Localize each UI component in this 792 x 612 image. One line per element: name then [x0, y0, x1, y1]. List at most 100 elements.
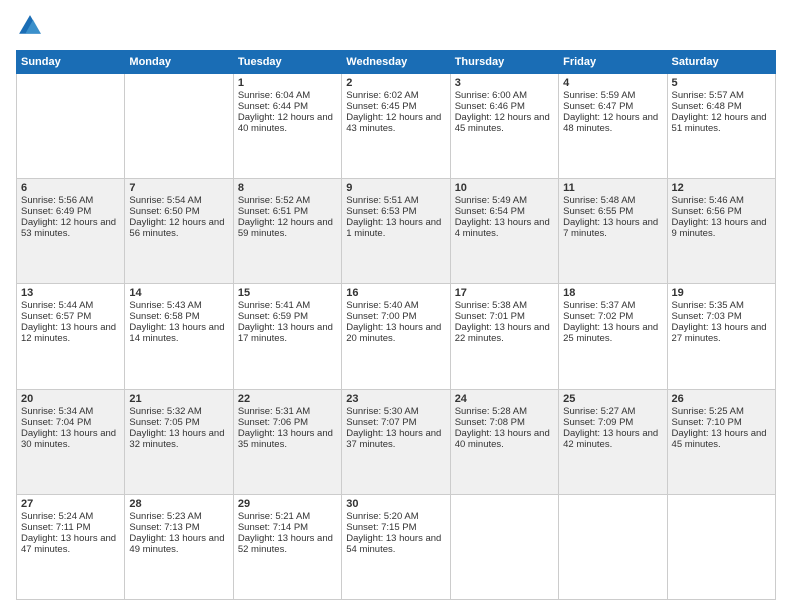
header [16, 12, 776, 40]
calendar-cell: 19Sunrise: 5:35 AMSunset: 7:03 PMDayligh… [667, 284, 775, 389]
day-info: Sunset: 7:04 PM [21, 417, 120, 428]
day-number: 26 [672, 393, 771, 405]
day-info: Sunrise: 5:32 AM [129, 406, 228, 417]
day-info: Daylight: 12 hours and 45 minutes. [455, 112, 554, 134]
day-info: Sunrise: 6:04 AM [238, 90, 337, 101]
day-header-thursday: Thursday [450, 51, 558, 74]
day-number: 30 [346, 498, 445, 510]
day-info: Sunrise: 5:28 AM [455, 406, 554, 417]
day-info: Sunset: 6:58 PM [129, 311, 228, 322]
calendar-table: SundayMondayTuesdayWednesdayThursdayFrid… [16, 50, 776, 600]
day-info: Daylight: 12 hours and 59 minutes. [238, 217, 337, 239]
day-info: Sunrise: 5:49 AM [455, 195, 554, 206]
day-info: Sunrise: 6:00 AM [455, 90, 554, 101]
day-info: Sunset: 6:50 PM [129, 206, 228, 217]
day-info: Daylight: 13 hours and 17 minutes. [238, 322, 337, 344]
day-info: Sunrise: 5:25 AM [672, 406, 771, 417]
day-header-friday: Friday [559, 51, 667, 74]
calendar-cell: 5Sunrise: 5:57 AMSunset: 6:48 PMDaylight… [667, 74, 775, 179]
day-info: Sunset: 6:45 PM [346, 101, 445, 112]
day-info: Sunrise: 5:57 AM [672, 90, 771, 101]
day-info: Daylight: 13 hours and 14 minutes. [129, 322, 228, 344]
day-info: Sunset: 6:54 PM [455, 206, 554, 217]
day-info: Sunset: 7:00 PM [346, 311, 445, 322]
calendar-cell: 17Sunrise: 5:38 AMSunset: 7:01 PMDayligh… [450, 284, 558, 389]
day-info: Daylight: 13 hours and 7 minutes. [563, 217, 662, 239]
day-info: Daylight: 13 hours and 54 minutes. [346, 533, 445, 555]
day-info: Sunrise: 5:43 AM [129, 300, 228, 311]
day-info: Sunrise: 5:52 AM [238, 195, 337, 206]
day-info: Sunrise: 5:35 AM [672, 300, 771, 311]
day-info: Sunset: 7:06 PM [238, 417, 337, 428]
day-info: Sunset: 7:07 PM [346, 417, 445, 428]
day-info: Sunrise: 5:44 AM [21, 300, 120, 311]
calendar-cell [125, 74, 233, 179]
day-number: 19 [672, 287, 771, 299]
calendar-cell: 15Sunrise: 5:41 AMSunset: 6:59 PMDayligh… [233, 284, 341, 389]
calendar-cell: 28Sunrise: 5:23 AMSunset: 7:13 PMDayligh… [125, 494, 233, 599]
day-info: Sunrise: 6:02 AM [346, 90, 445, 101]
day-number: 24 [455, 393, 554, 405]
day-info: Sunrise: 5:59 AM [563, 90, 662, 101]
day-number: 15 [238, 287, 337, 299]
day-info: Sunrise: 5:56 AM [21, 195, 120, 206]
calendar-cell: 3Sunrise: 6:00 AMSunset: 6:46 PMDaylight… [450, 74, 558, 179]
day-info: Sunrise: 5:27 AM [563, 406, 662, 417]
calendar-cell [450, 494, 558, 599]
day-number: 11 [563, 182, 662, 194]
day-info: Daylight: 13 hours and 20 minutes. [346, 322, 445, 344]
day-info: Daylight: 13 hours and 47 minutes. [21, 533, 120, 555]
day-info: Sunset: 7:05 PM [129, 417, 228, 428]
day-info: Sunrise: 5:40 AM [346, 300, 445, 311]
day-info: Daylight: 13 hours and 40 minutes. [455, 428, 554, 450]
day-info: Sunset: 7:03 PM [672, 311, 771, 322]
day-info: Sunrise: 5:30 AM [346, 406, 445, 417]
day-number: 7 [129, 182, 228, 194]
day-number: 27 [21, 498, 120, 510]
calendar-header-row: SundayMondayTuesdayWednesdayThursdayFrid… [17, 51, 776, 74]
calendar-cell [17, 74, 125, 179]
page: SundayMondayTuesdayWednesdayThursdayFrid… [0, 0, 792, 612]
day-number: 6 [21, 182, 120, 194]
logo-icon [16, 12, 44, 40]
calendar-cell: 8Sunrise: 5:52 AMSunset: 6:51 PMDaylight… [233, 179, 341, 284]
day-info: Sunset: 6:49 PM [21, 206, 120, 217]
calendar-cell [559, 494, 667, 599]
day-info: Sunset: 7:13 PM [129, 522, 228, 533]
day-number: 2 [346, 77, 445, 89]
day-number: 29 [238, 498, 337, 510]
day-info: Sunset: 7:15 PM [346, 522, 445, 533]
calendar-week-row: 1Sunrise: 6:04 AMSunset: 6:44 PM Daylight… [17, 74, 776, 179]
day-number: 18 [563, 287, 662, 299]
day-info: Daylight: 13 hours and 30 minutes. [21, 428, 120, 450]
calendar-cell [667, 494, 775, 599]
day-info: Sunset: 6:44 PM [238, 101, 337, 112]
day-info: Daylight: 13 hours and 25 minutes. [563, 322, 662, 344]
day-info: Daylight: 12 hours and 53 minutes. [21, 217, 120, 239]
calendar-week-row: 20Sunrise: 5:34 AMSunset: 7:04 PMDayligh… [17, 389, 776, 494]
calendar-cell: 7Sunrise: 5:54 AMSunset: 6:50 PMDaylight… [125, 179, 233, 284]
day-info: Daylight: 13 hours and 9 minutes. [672, 217, 771, 239]
logo [16, 12, 48, 40]
day-info: Daylight: 13 hours and 45 minutes. [672, 428, 771, 450]
calendar-cell: 2Sunrise: 6:02 AMSunset: 6:45 PMDaylight… [342, 74, 450, 179]
day-number: 20 [21, 393, 120, 405]
day-number: 21 [129, 393, 228, 405]
day-info: Sunset: 6:55 PM [563, 206, 662, 217]
calendar-cell: 6Sunrise: 5:56 AMSunset: 6:49 PMDaylight… [17, 179, 125, 284]
day-info: Sunset: 6:57 PM [21, 311, 120, 322]
day-number: 14 [129, 287, 228, 299]
day-info: Sunset: 7:02 PM [563, 311, 662, 322]
day-number: 25 [563, 393, 662, 405]
day-number: 22 [238, 393, 337, 405]
day-header-monday: Monday [125, 51, 233, 74]
day-info: Sunset: 7:08 PM [455, 417, 554, 428]
calendar-cell: 18Sunrise: 5:37 AMSunset: 7:02 PMDayligh… [559, 284, 667, 389]
calendar-cell: 25Sunrise: 5:27 AMSunset: 7:09 PMDayligh… [559, 389, 667, 494]
calendar-cell: 23Sunrise: 5:30 AMSunset: 7:07 PMDayligh… [342, 389, 450, 494]
day-info: Sunset: 6:53 PM [346, 206, 445, 217]
day-number: 1 [238, 77, 337, 89]
day-info: Sunrise: 5:37 AM [563, 300, 662, 311]
calendar-week-row: 6Sunrise: 5:56 AMSunset: 6:49 PMDaylight… [17, 179, 776, 284]
day-info: Sunset: 6:46 PM [455, 101, 554, 112]
